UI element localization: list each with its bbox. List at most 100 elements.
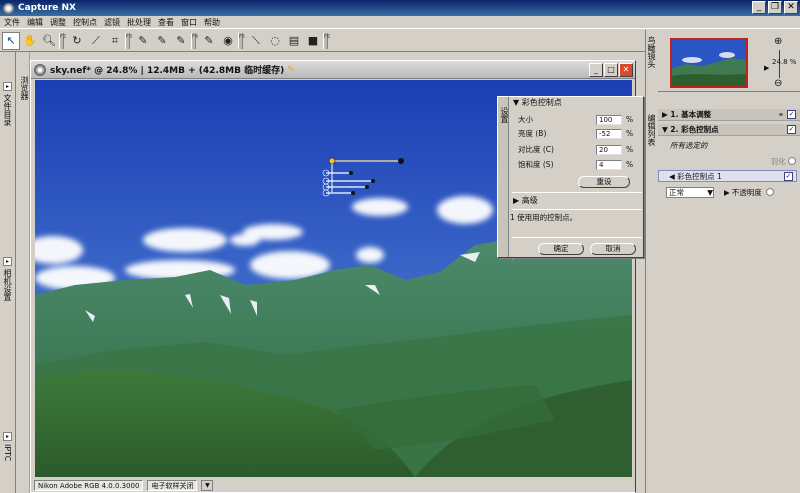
brightness-unit: %: [626, 129, 634, 138]
straighten-tool-icon[interactable]: ⟋: [87, 32, 105, 50]
menu-window[interactable]: 窗口: [181, 16, 204, 28]
color-control-point-icon[interactable]: ✎: [200, 32, 218, 50]
control-point-item[interactable]: ◀ 彩色控制点 1 ✓: [658, 170, 797, 182]
brightness-input[interactable]: -52: [596, 128, 622, 139]
toolbar-group-label: F2: [59, 32, 66, 49]
size-input[interactable]: 100: [596, 114, 622, 125]
direct-select-tool-icon[interactable]: ↖: [2, 31, 20, 50]
blend-row: 正常 ▼ ▶ 不透明度: [658, 186, 800, 198]
feather-option[interactable]: 羽化: [658, 155, 800, 167]
browser-tab[interactable]: 浏览器: [19, 76, 30, 100]
zoom-tool-icon[interactable]: 🔍︎: [40, 32, 58, 50]
step-color-control-point[interactable]: ▼ 2. 彩色控制点 ✓: [658, 124, 800, 136]
step1-enable-checkbox[interactable]: ✓: [787, 110, 796, 119]
control-point-count-info: 1 使用用的控制点。: [510, 213, 578, 222]
zoom-slider-thumb-icon[interactable]: ▶: [764, 64, 769, 72]
menu-file[interactable]: 文件: [4, 16, 27, 28]
settings-tab-label: 设置: [500, 107, 509, 123]
saturation-input[interactable]: 4: [596, 159, 622, 170]
saturation-row: 饱和度 (S) 4 %: [518, 159, 640, 170]
menu-view[interactable]: 查看: [158, 16, 181, 28]
reset-button[interactable]: 重设: [578, 176, 630, 188]
opacity-triangle-icon[interactable]: ▶: [724, 188, 730, 197]
contrast-input[interactable]: 20: [596, 144, 622, 155]
camera-settings-tab[interactable]: 相机设置: [3, 269, 12, 301]
app-title: Capture NX: [18, 3, 76, 13]
file-directory-tab[interactable]: 文件目录: [3, 94, 12, 126]
selection-label: 所有选定的: [670, 140, 708, 150]
expand-triangle-icon: ▶: [513, 196, 522, 205]
doc-maximize-button[interactable]: □: [604, 63, 618, 77]
step-ccp-label: 2. 彩色控制点: [670, 125, 719, 134]
fill-tool-icon[interactable]: ■: [304, 32, 322, 50]
lasso-tool-icon[interactable]: ◌: [266, 32, 284, 50]
size-row: 大小 100 %: [518, 114, 640, 125]
edit-list-panel: ▶ 1. 基本调整 ⚭ ✓ ▼ 2. 彩色控制点 ✓ 所有选定的 羽化 ◀ 彩色…: [658, 93, 800, 493]
crop-tool-icon[interactable]: ⌗: [106, 32, 124, 50]
opacity-radio[interactable]: [765, 188, 774, 196]
restore-button[interactable]: ❐: [768, 1, 782, 14]
minimize-button[interactable]: _: [752, 1, 766, 14]
document-icon: [34, 63, 46, 76]
step-basic-adjust[interactable]: ▶ 1. 基本调整 ⚭ ✓: [658, 109, 800, 121]
toolbar: ↖ ✋ 🔍︎ F2 ↻ ⟋ ⌗ F3 ✎ ✎ ✎ F4 ✎ ◉ F5 ⟍ ◌ ▤…: [0, 30, 645, 52]
close-button[interactable]: ✕: [784, 1, 798, 14]
link-icon[interactable]: ⚭: [778, 111, 784, 119]
brush-tool-icon[interactable]: ⟍: [247, 32, 265, 50]
edited-pencil-icon: ✎: [287, 64, 295, 75]
white-control-point-icon[interactable]: ✎: [153, 32, 171, 50]
collapse-triangle-icon: ▼: [662, 125, 671, 134]
soft-proof-status[interactable]: 电子软样关闭: [147, 479, 198, 491]
cp-triangle-icon: ◀: [669, 171, 678, 181]
browser-strip: 浏览器: [17, 52, 30, 493]
doc-minimize-button[interactable]: _: [589, 63, 603, 77]
doc-close-button[interactable]: ✕: [619, 63, 633, 77]
contrast-label: 对比度 (C): [518, 145, 554, 154]
step-basic-adjust-label: 1. 基本调整: [670, 110, 712, 119]
step2-enable-checkbox[interactable]: ✓: [787, 125, 796, 134]
opacity-label: 不透明度: [731, 187, 762, 197]
menu-adjust[interactable]: 调整: [50, 16, 73, 28]
toolbar-group-label: F6: [323, 32, 330, 49]
right-panel-strip: 鸟瞰镜头 编辑列表: [645, 30, 657, 493]
menu-help[interactable]: 帮助: [204, 16, 227, 28]
contrast-row: 对比度 (C) 20 %: [518, 144, 640, 155]
menu-bar: 文件 编辑 调整 控制点 滤镜 批处理 查看 窗口 帮助: [0, 16, 800, 29]
color-control-point-dialog: 设置 ▼ 彩色控制点 大小 100 % 亮度 (B) -52 % 对比度 (C)…: [497, 96, 644, 258]
blend-mode-select[interactable]: 正常 ▼: [666, 186, 714, 198]
toolbar-group-label: F4: [191, 32, 198, 49]
blend-mode-value: 正常: [669, 187, 684, 197]
black-control-point-icon[interactable]: ✎: [134, 32, 152, 50]
hand-tool-icon[interactable]: ✋: [21, 32, 39, 50]
chevron-down-icon[interactable]: ▼: [201, 479, 214, 491]
zoom-in-icon[interactable]: ⊕: [774, 36, 782, 47]
image-thumbnail[interactable]: [670, 38, 748, 88]
red-eye-icon[interactable]: ◉: [219, 32, 237, 50]
cancel-button[interactable]: 取消: [590, 243, 636, 255]
ok-button[interactable]: 确定: [538, 243, 584, 255]
menu-control-points[interactable]: 控制点: [73, 16, 104, 28]
neutral-control-point-icon[interactable]: ✎: [172, 32, 190, 50]
rotate-tool-icon[interactable]: ↻: [68, 32, 86, 50]
birds-eye-tab[interactable]: 鸟瞰镜头: [647, 36, 656, 68]
chevron-down-icon: ▼: [707, 187, 713, 197]
advanced-section-header[interactable]: ▶ 高级: [510, 195, 538, 207]
left-panel-strip: ▸ 文件目录 ▸ 相机设置 ▸ IPTC: [0, 52, 16, 493]
iptc-tab[interactable]: IPTC: [3, 444, 12, 461]
zoom-out-icon[interactable]: ⊖: [774, 78, 782, 89]
menu-edit[interactable]: 编辑: [27, 16, 50, 28]
expand-triangle-icon: ▶: [662, 110, 671, 119]
menu-filter[interactable]: 滤镜: [104, 16, 127, 28]
panel-toggle-icon[interactable]: ▸: [3, 82, 12, 91]
panel-toggle-icon[interactable]: ▸: [3, 257, 12, 266]
edit-list-tab[interactable]: 编辑列表: [647, 114, 656, 146]
document-title: sky.nef* @ 24.8% | 12.4MB + (42.8MB 临时缓存…: [50, 66, 285, 76]
gradient-tool-icon[interactable]: ▤: [285, 32, 303, 50]
panel-toggle-icon[interactable]: ▸: [3, 432, 12, 441]
cp-enable-checkbox[interactable]: ✓: [784, 171, 793, 181]
feather-radio[interactable]: [788, 157, 796, 165]
size-label: 大小: [518, 115, 533, 124]
section-header[interactable]: ▼ 彩色控制点: [510, 97, 643, 109]
menu-batch[interactable]: 批处理: [127, 16, 158, 28]
settings-side-tab[interactable]: 设置: [498, 97, 509, 257]
